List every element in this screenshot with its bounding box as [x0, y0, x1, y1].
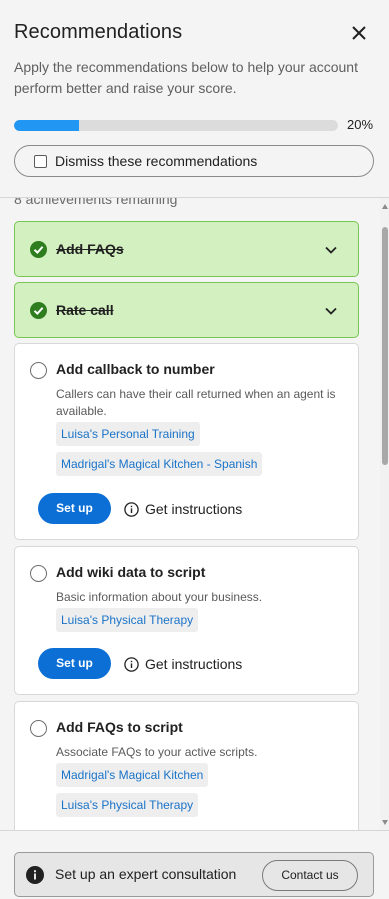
mark-complete-radio[interactable] [30, 362, 47, 379]
scrollbar[interactable] [380, 198, 389, 830]
chevron-down-icon[interactable] [324, 304, 338, 318]
info-outline-icon [124, 657, 139, 672]
chevron-down-icon[interactable] [324, 243, 338, 257]
recommendations-panel: Recommendations Apply the recommendation… [0, 0, 389, 899]
dismiss-label: Dismiss these recommendations [55, 153, 258, 169]
card-description: Associate FAQs to your active scripts. [56, 745, 258, 759]
score-progress-fill [14, 120, 79, 131]
recommendations-list[interactable]: 8 achievements remaining Add FAQs Rate c… [0, 198, 389, 830]
score-progress-percent: 20% [347, 117, 374, 132]
score-progress-bar [14, 120, 338, 131]
dismiss-checkbox[interactable] [34, 155, 47, 168]
header-divider [0, 197, 389, 198]
achievements-remaining: 8 achievements remaining [14, 198, 178, 207]
completed-item-label: Add FAQs [56, 241, 124, 257]
setup-button[interactable]: Set up [38, 493, 111, 524]
panel-header: Recommendations Apply the recommendation… [0, 0, 389, 198]
dismiss-recommendations-toggle[interactable]: Dismiss these recommendations [14, 145, 374, 177]
account-chip[interactable]: Luisa's Personal Training [56, 422, 200, 446]
mark-complete-radio[interactable] [30, 720, 47, 737]
completed-item-rate-call[interactable]: Rate call [14, 282, 359, 338]
completed-item-add-faqs[interactable]: Add FAQs [14, 221, 359, 277]
scrollbar-thumb[interactable] [382, 227, 388, 465]
card-description: Basic information about your business. [56, 590, 263, 604]
expert-consultation-banner: Set up an expert consultation Contact us [14, 852, 374, 897]
completed-item-label: Rate call [56, 302, 114, 318]
expert-consultation-label: Set up an expert consultation [55, 866, 237, 882]
card-description: Callers can have their call returned whe… [56, 387, 336, 418]
account-chip[interactable]: Madrigal's Magical Kitchen - Spanish [56, 452, 263, 476]
panel-description: Apply the recommendations below to help … [14, 59, 358, 96]
recommendation-card-callback: Add callback to number Callers can have … [14, 343, 359, 540]
close-icon [352, 26, 366, 40]
info-filled-icon [26, 866, 44, 884]
card-title: Add FAQs to script [56, 719, 183, 735]
check-circle-icon [30, 241, 47, 258]
footer-divider [0, 830, 389, 831]
page-title: Recommendations [14, 21, 183, 43]
account-chip[interactable]: Madrigal's Magical Kitchen [56, 763, 209, 787]
check-circle-icon [30, 302, 47, 319]
scroll-down-arrow-icon[interactable] [382, 820, 388, 825]
card-title: Add callback to number [56, 361, 215, 377]
setup-button[interactable]: Set up [38, 648, 111, 679]
get-instructions-label: Get instructions [145, 501, 243, 517]
get-instructions-label: Get instructions [145, 656, 243, 672]
close-button[interactable] [348, 22, 370, 44]
recommendation-card-faqs-script: Add FAQs to script Associate FAQs to you… [14, 701, 359, 830]
card-title: Add wiki data to script [56, 564, 206, 580]
mark-complete-radio[interactable] [30, 565, 47, 582]
contact-us-button[interactable]: Contact us [262, 860, 358, 891]
scroll-up-arrow-icon[interactable] [382, 204, 388, 209]
info-outline-icon [124, 502, 139, 517]
recommendation-card-wiki: Add wiki data to script Basic informatio… [14, 546, 359, 695]
account-chip[interactable]: Luisa's Physical Therapy [56, 608, 199, 632]
account-chip[interactable]: Luisa's Physical Therapy [56, 793, 199, 817]
